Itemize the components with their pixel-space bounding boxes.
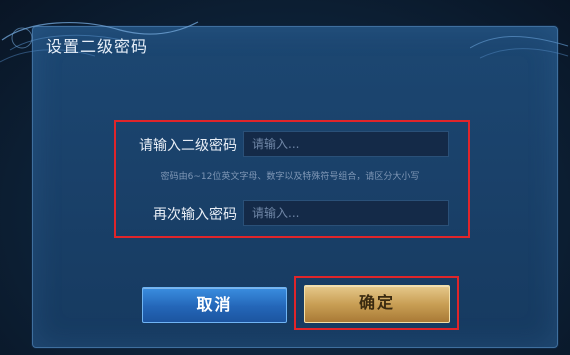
decorative-swirl-right-icon xyxy=(470,36,569,59)
confirm-button[interactable]: 确定 xyxy=(304,285,450,323)
dialog-title: 设置二级密码 xyxy=(46,37,149,56)
password-label: 请输入二级密码 xyxy=(139,138,237,154)
password-hint: 密码由6~12位英文字母、数字以及特殊符号组合，请区分大小写 xyxy=(160,172,420,182)
confirm-password-label: 再次输入密码 xyxy=(153,207,237,223)
cancel-button[interactable]: 取消 xyxy=(142,287,287,323)
password-input[interactable] xyxy=(243,131,449,157)
confirm-password-input[interactable] xyxy=(243,200,449,226)
